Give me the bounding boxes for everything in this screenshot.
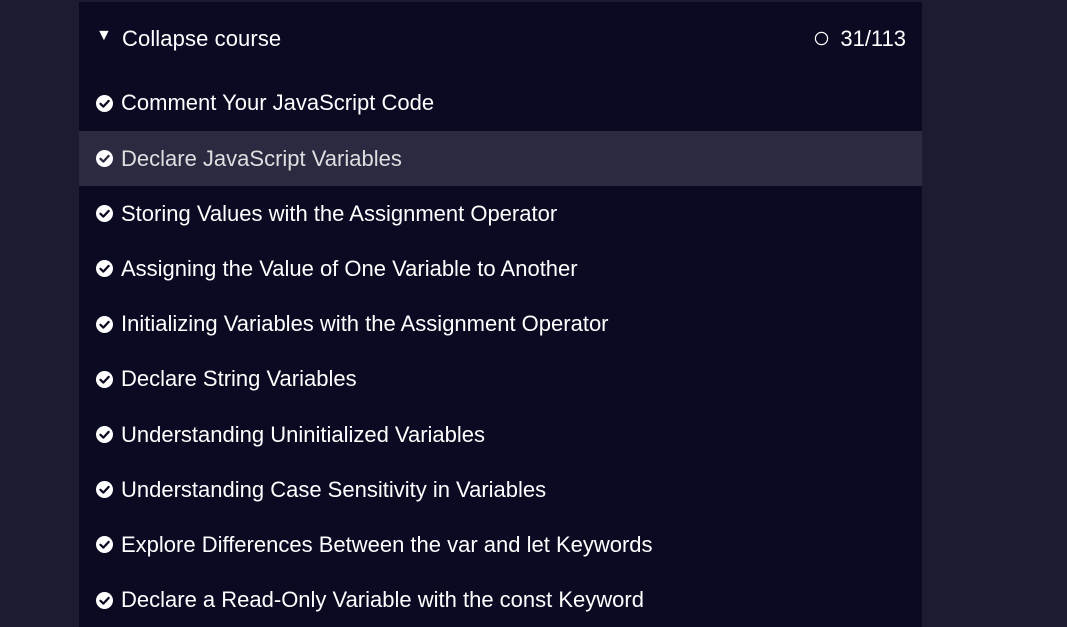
lesson-list: Comment Your JavaScript Code Declare Jav… xyxy=(79,75,922,627)
lesson-title: Storing Values with the Assignment Opera… xyxy=(121,200,558,226)
course-progress: 31/113 xyxy=(814,26,906,52)
lesson-title: Assigning the Value of One Variable to A… xyxy=(121,255,578,281)
check-circle-icon xyxy=(96,205,113,223)
lesson-item[interactable]: Declare a Read-Only Variable with the co… xyxy=(79,573,922,627)
lesson-title: Initializing Variables with the Assignme… xyxy=(121,311,609,337)
lesson-item[interactable]: Assigning the Value of One Variable to A… xyxy=(79,241,922,296)
lesson-title: Understanding Case Sensitivity in Variab… xyxy=(121,476,547,502)
lesson-item[interactable]: Understanding Case Sensitivity in Variab… xyxy=(79,462,922,517)
check-circle-icon xyxy=(96,370,113,388)
lesson-title: Declare JavaScript Variables xyxy=(121,145,402,171)
collapse-course-label: Collapse course xyxy=(122,25,282,51)
check-circle-icon xyxy=(96,260,113,278)
collapse-course-button[interactable]: ▼ Collapse course 31/113 xyxy=(79,2,922,75)
lesson-item-active[interactable]: Declare JavaScript Variables xyxy=(79,131,922,187)
lesson-item[interactable]: Comment Your JavaScript Code xyxy=(79,75,922,131)
collapse-course-toggle: ▼ Collapse course xyxy=(96,26,281,52)
lesson-item[interactable]: Explore Differences Between the var and … xyxy=(79,517,922,572)
triangle-down-icon: ▼ xyxy=(96,26,112,44)
lesson-title: Explore Differences Between the var and … xyxy=(121,531,653,557)
lesson-item[interactable]: Storing Values with the Assignment Opera… xyxy=(79,186,922,241)
lesson-item[interactable]: Declare String Variables xyxy=(79,352,922,407)
check-circle-icon xyxy=(96,591,113,609)
check-circle-icon xyxy=(96,315,113,333)
lesson-title: Declare a Read-Only Variable with the co… xyxy=(121,587,644,613)
check-circle-icon xyxy=(96,481,113,499)
check-circle-icon xyxy=(96,536,113,554)
course-panel: ▼ Collapse course 31/113 Comment Your Ja… xyxy=(79,2,922,627)
lesson-item[interactable]: Initializing Variables with the Assignme… xyxy=(79,297,922,352)
progress-count: 31/113 xyxy=(840,25,906,51)
lesson-title: Comment Your JavaScript Code xyxy=(121,90,435,115)
progress-ring-icon xyxy=(815,31,829,46)
lesson-title: Understanding Uninitialized Variables xyxy=(121,421,486,447)
lesson-title: Declare String Variables xyxy=(121,366,357,392)
lesson-item[interactable]: Understanding Uninitialized Variables xyxy=(79,407,922,462)
check-circle-icon xyxy=(96,94,113,112)
check-circle-icon xyxy=(96,426,113,444)
check-circle-icon xyxy=(96,150,113,168)
